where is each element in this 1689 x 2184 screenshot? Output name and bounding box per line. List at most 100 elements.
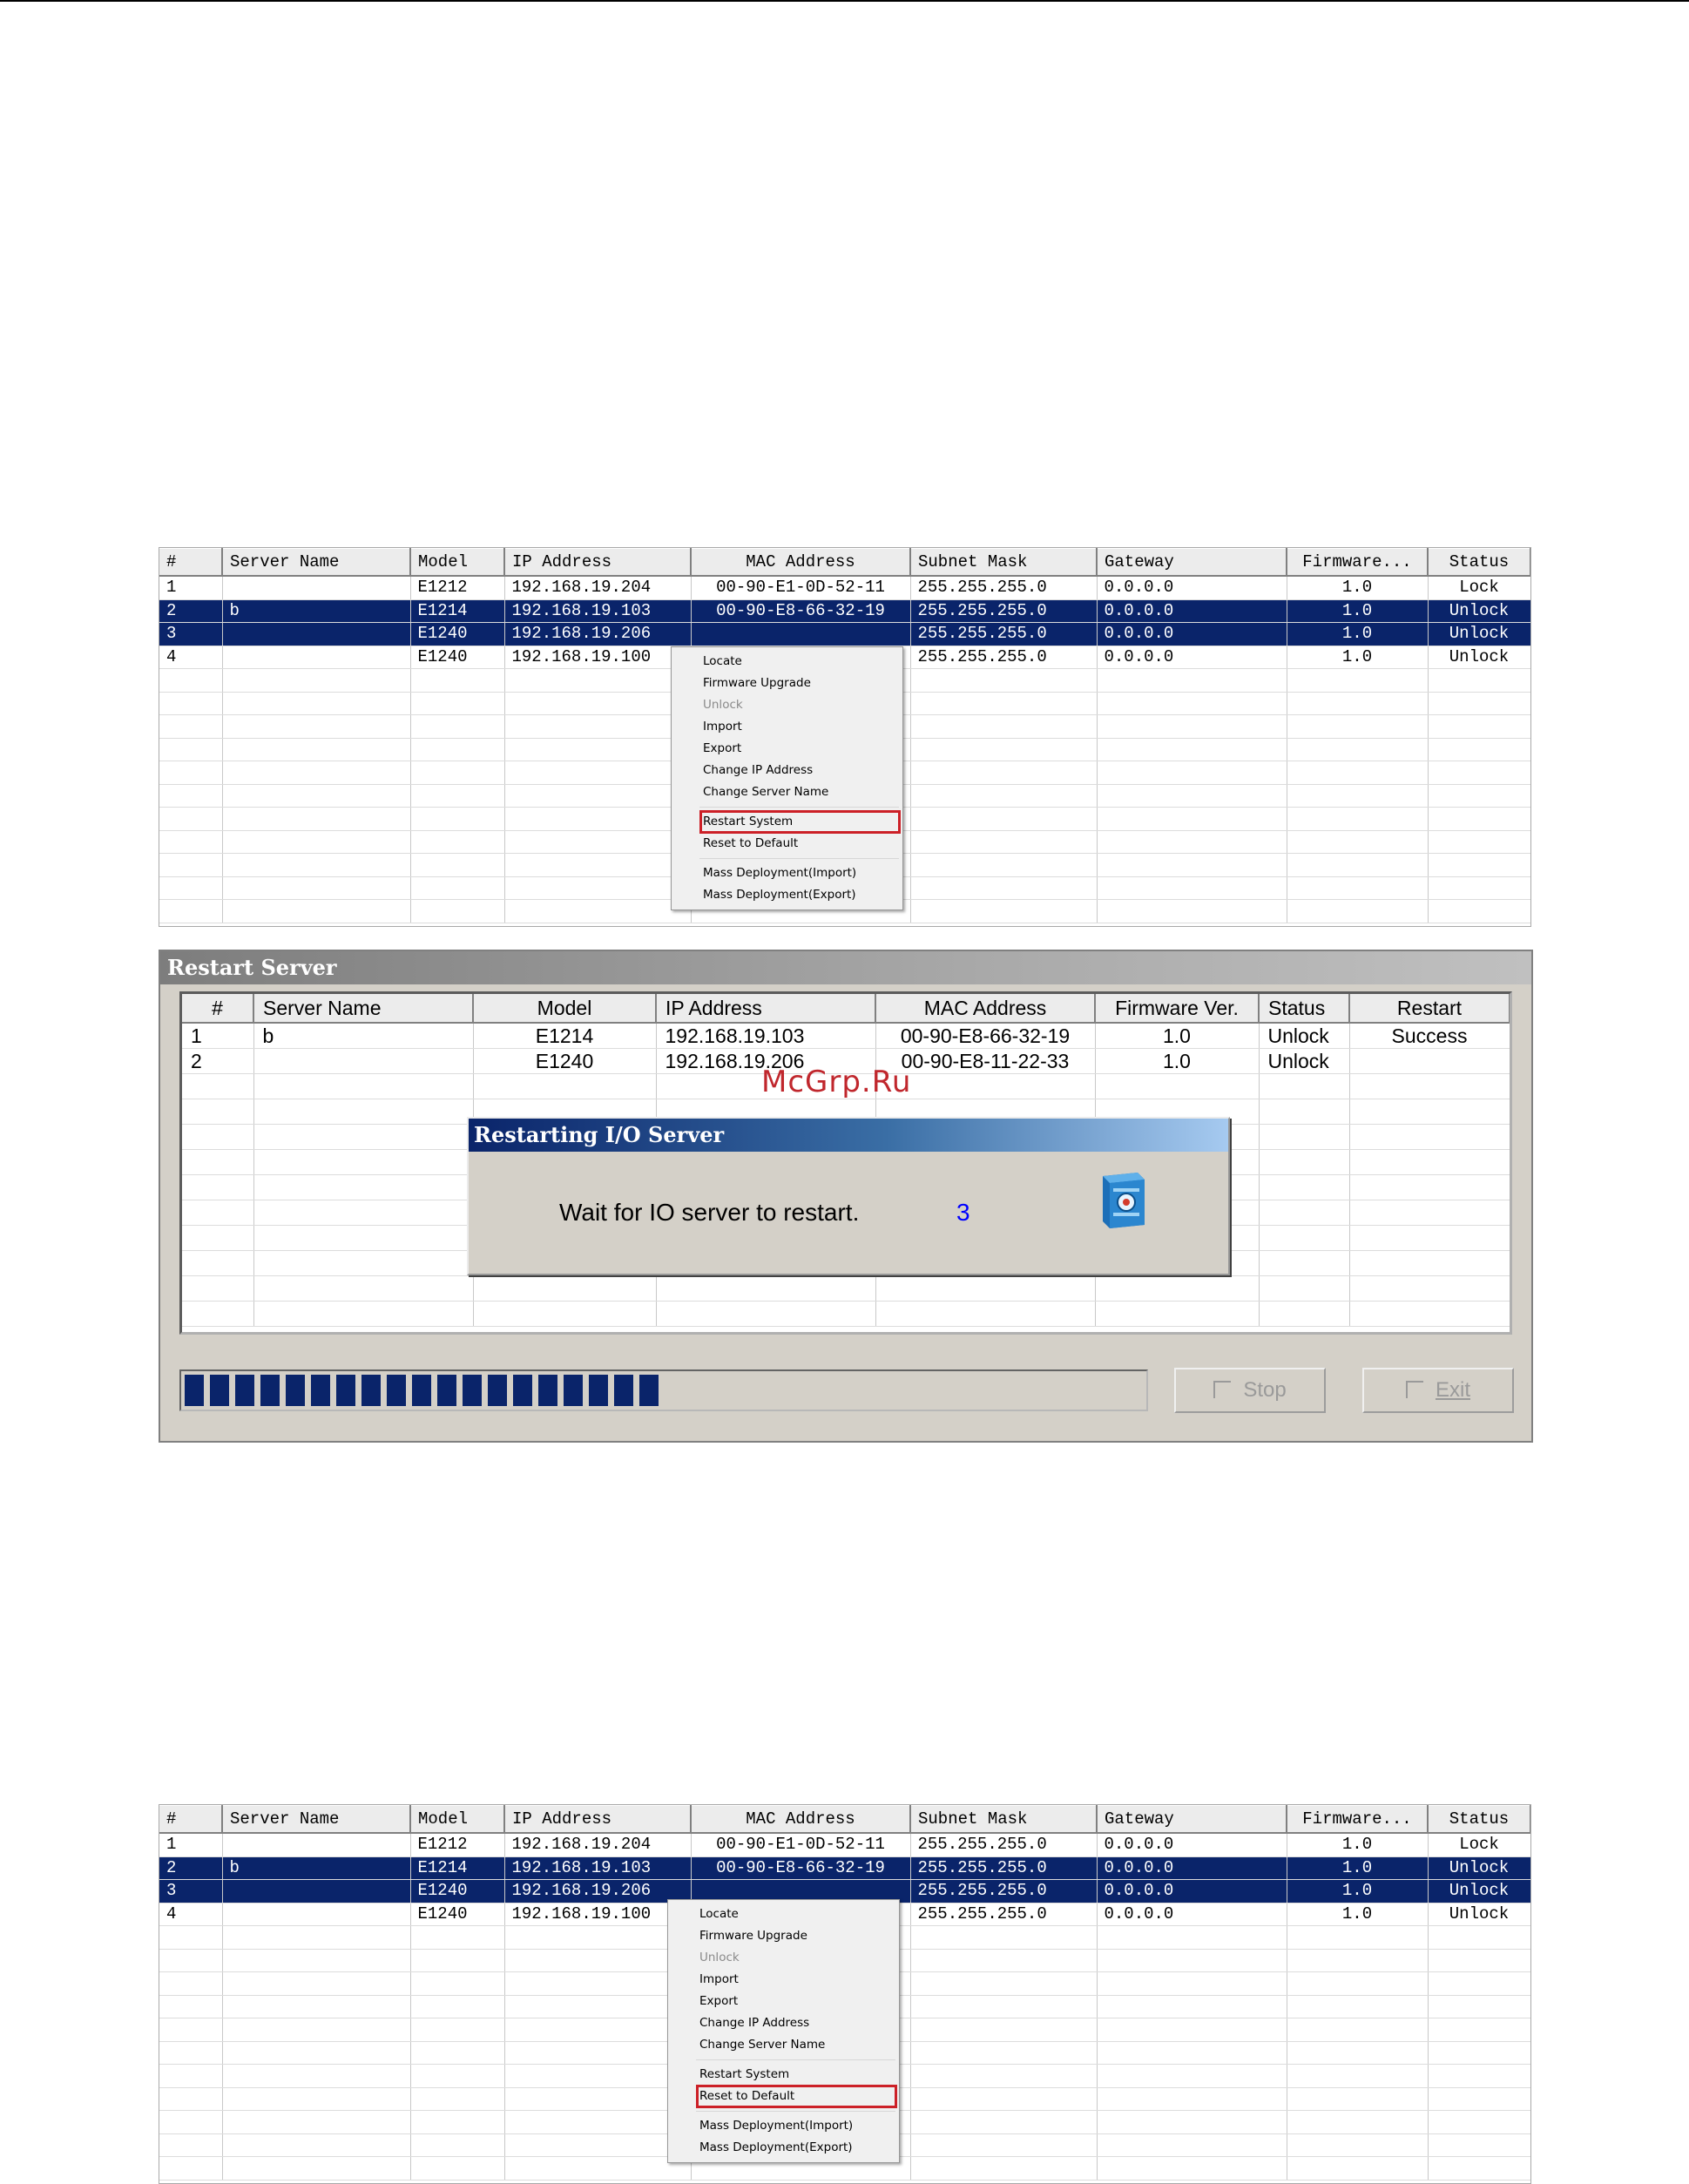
table-cell — [1287, 830, 1429, 854]
menu-item-change-server-name[interactable]: Change Server Name — [668, 2034, 899, 2056]
table-cell — [222, 738, 411, 761]
menu-item-mass-deployment-import[interactable]: Mass Deployment(Import) — [668, 2115, 899, 2137]
column-header[interactable]: Gateway — [1097, 548, 1287, 577]
column-header[interactable]: Gateway — [1097, 1805, 1287, 1834]
menu-item-import[interactable]: Import — [668, 1969, 899, 1991]
table-cell: 255.255.255.0 — [910, 1833, 1098, 1857]
table-cell — [1287, 2018, 1429, 2042]
menu-item-import[interactable]: Import — [672, 716, 902, 738]
table-cell — [1097, 738, 1287, 761]
table-cell: E1240 — [410, 1879, 505, 1903]
table-cell — [910, 784, 1098, 808]
table-cell — [1287, 714, 1429, 739]
table-cell — [910, 2087, 1098, 2111]
column-header[interactable]: Server Name — [222, 548, 411, 577]
progress-block — [311, 1375, 330, 1406]
table-cell — [182, 1149, 254, 1175]
column-header[interactable]: Model — [410, 1805, 505, 1834]
table-cell — [410, 2018, 505, 2042]
column-header[interactable]: Status — [1428, 548, 1530, 577]
menu-item-change-server-name[interactable]: Change Server Name — [672, 781, 902, 803]
menu-item-restart-system[interactable]: Restart System — [668, 2064, 899, 2086]
column-header[interactable]: Restart — [1349, 994, 1510, 1024]
table-cell — [222, 2110, 411, 2134]
menu-item-mass-deployment-export[interactable]: Mass Deployment(Export) — [668, 2137, 899, 2159]
menu-item-reset-to-default[interactable]: Reset to Default — [668, 2085, 899, 2108]
column-header[interactable]: # — [159, 548, 223, 577]
table-row[interactable]: 1 E1212 192.168.19.204 00-90-E1-0D-52-11 255… — [159, 576, 1530, 600]
column-header[interactable]: Firmware... — [1287, 548, 1429, 577]
menu-item-export[interactable]: Export — [668, 1991, 899, 2012]
stop-button[interactable]: Stop — [1174, 1368, 1326, 1413]
column-header[interactable]: Status — [1259, 994, 1350, 1024]
table-cell: E1212 — [410, 576, 505, 600]
table-cell — [1287, 761, 1429, 785]
menu-item-locate[interactable]: Locate — [672, 651, 902, 673]
menu-item-change-ip-address[interactable]: Change IP Address — [668, 2012, 899, 2034]
column-header[interactable]: IP Address — [504, 1805, 692, 1834]
table-cell — [656, 1301, 876, 1327]
column-header[interactable]: MAC Address — [691, 548, 911, 577]
column-header[interactable]: Subnet Mask — [910, 1805, 1098, 1834]
table-cell — [1428, 1925, 1530, 1950]
menu-item-mass-deployment-import[interactable]: Mass Deployment(Import) — [672, 862, 902, 884]
column-header[interactable]: Firmware Ver. — [1095, 994, 1260, 1024]
menu-item-export[interactable]: Export — [672, 738, 902, 760]
table-cell — [410, 2156, 505, 2181]
table-cell — [1097, 2018, 1287, 2042]
column-header[interactable]: Server Name — [253, 994, 474, 1024]
table-row[interactable]: 3 E1240 192.168.19.206 255.255.255.0 0.0.0.0… — [159, 622, 1530, 646]
progress-block — [286, 1375, 305, 1406]
column-header[interactable]: Model — [473, 994, 657, 1024]
menu-item-reset-to-default[interactable]: Reset to Default — [672, 833, 902, 855]
column-header[interactable]: MAC Address — [875, 994, 1096, 1024]
table-cell — [1349, 1200, 1510, 1226]
table-cell — [222, 1925, 411, 1950]
column-header[interactable]: IP Address — [504, 548, 692, 577]
table-cell — [1287, 784, 1429, 808]
table-cell — [253, 1174, 474, 1200]
table-cell — [875, 1275, 1096, 1302]
column-header[interactable]: MAC Address — [691, 1805, 911, 1834]
exit-button[interactable]: Exit — [1362, 1368, 1514, 1413]
table-cell — [1097, 668, 1287, 693]
menu-item-change-ip-address[interactable]: Change IP Address — [672, 760, 902, 781]
table-cell — [910, 2133, 1098, 2157]
table-cell — [504, 830, 692, 854]
table-cell — [1095, 1301, 1260, 1327]
column-header[interactable]: IP Address — [656, 994, 876, 1024]
table-row[interactable]: 2 b E1214 192.168.19.103 00-90-E8-66-32-19 25… — [159, 599, 1530, 623]
table-cell: E1240 — [410, 622, 505, 646]
table-cell: 255.255.255.0 — [910, 622, 1098, 646]
menu-separator — [699, 858, 899, 859]
column-header[interactable]: Firmware... — [1287, 1805, 1429, 1834]
menu-item-firmware-upgrade[interactable]: Firmware Upgrade — [672, 673, 902, 694]
table-cell — [182, 1225, 254, 1251]
column-header[interactable]: Status — [1428, 1805, 1530, 1834]
column-header[interactable]: # — [182, 994, 254, 1024]
table-cell: 192.168.19.103 — [504, 1856, 692, 1880]
table-row[interactable]: 2 b E1214 192.168.19.103 00-90-E8-66-32-19 25… — [159, 1856, 1530, 1880]
table-cell: 0.0.0.0 — [1097, 646, 1287, 669]
column-header[interactable]: Subnet Mask — [910, 548, 1098, 577]
menu-item-firmware-upgrade[interactable]: Firmware Upgrade — [668, 1925, 899, 1947]
progress-block — [564, 1375, 583, 1406]
table-cell — [222, 807, 411, 831]
column-header[interactable]: Server Name — [222, 1805, 411, 1834]
menu-item-mass-deployment-export[interactable]: Mass Deployment(Export) — [672, 884, 902, 906]
menu-item-locate[interactable]: Locate — [668, 1903, 899, 1925]
table-cell — [1287, 899, 1429, 923]
column-header[interactable]: Model — [410, 548, 505, 577]
table-cell: 1.0 — [1095, 1023, 1260, 1049]
table-cell — [222, 1879, 411, 1903]
table-cell — [410, 853, 505, 877]
menu-item-restart-system[interactable]: Restart System — [672, 810, 902, 834]
table-header: # Server Name Model IP Address MAC Address Su… — [159, 548, 1530, 577]
progress-block — [361, 1375, 381, 1406]
table-row[interactable]: 1 E1212 192.168.19.204 00-90-E1-0D-52-11 255… — [159, 1833, 1530, 1857]
table-cell — [910, 876, 1098, 900]
column-header[interactable]: # — [159, 1805, 223, 1834]
table-cell: 0.0.0.0 — [1097, 1903, 1287, 1926]
table-cell: 255.255.255.0 — [910, 1856, 1098, 1880]
exit-label: Exit — [1435, 1378, 1470, 1402]
